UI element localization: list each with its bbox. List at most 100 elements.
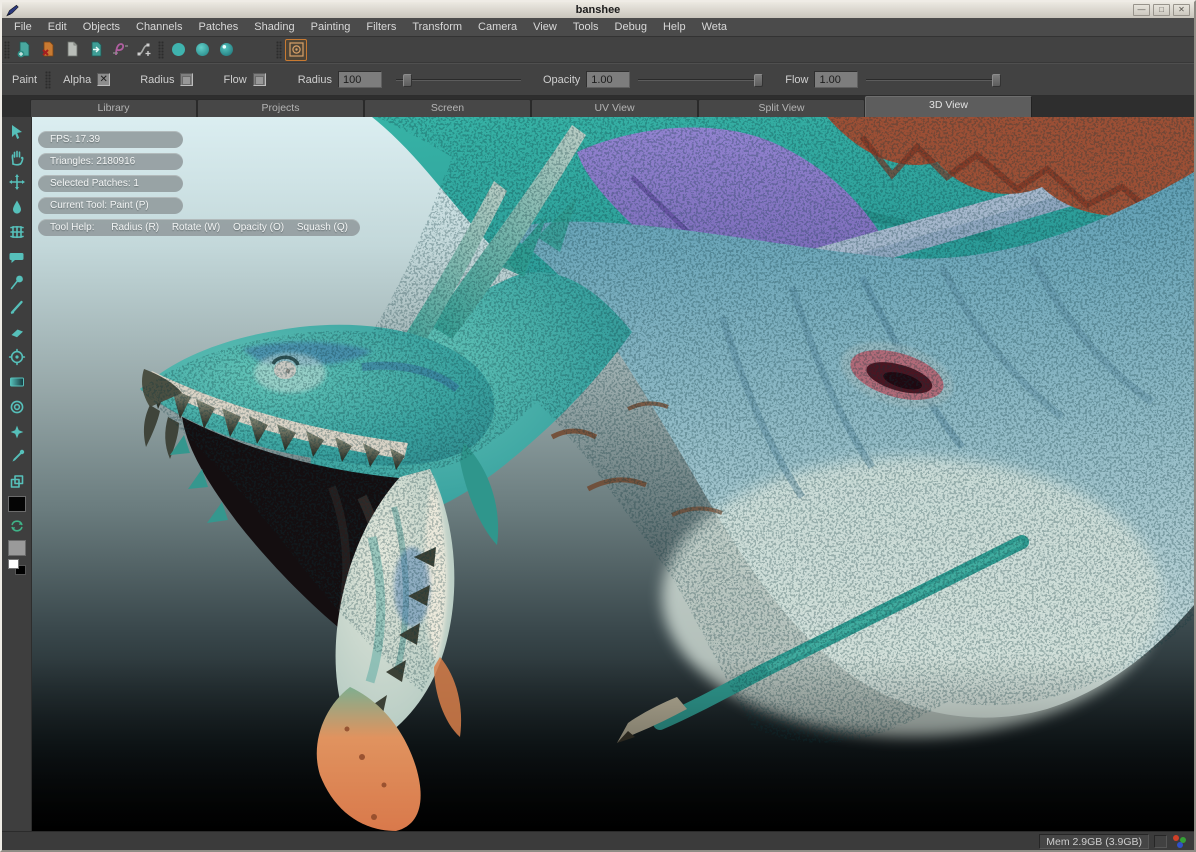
menu-help[interactable]: Help [655, 18, 694, 37]
flow-slider-handle[interactable] [992, 74, 1001, 87]
tab-3d-view[interactable]: 3D View [865, 96, 1032, 117]
paint-tool-label: Paint [6, 74, 43, 86]
curve-tool-button[interactable] [133, 39, 155, 61]
paintbar-gripper[interactable] [45, 71, 51, 89]
tab-split-view[interactable]: Split View [698, 99, 865, 117]
paint-drop-tool[interactable] [6, 196, 28, 218]
menu-shading[interactable]: Shading [246, 18, 302, 37]
eraser-tool[interactable] [6, 321, 28, 343]
menu-channels[interactable]: Channels [128, 18, 190, 37]
pencil-tool[interactable] [6, 296, 28, 318]
menu-tools[interactable]: Tools [565, 18, 607, 37]
alpha-checkbox[interactable]: ✕ [97, 73, 110, 86]
hud-tool-help: Tool Help: Radius (R) Rotate (W) Opacity… [38, 219, 360, 236]
alpha-label: Alpha [57, 74, 97, 86]
app-window: banshee — □ ✕ File Edit Objects Channels… [0, 0, 1196, 852]
select-cursor-tool[interactable] [6, 121, 28, 143]
flow-input[interactable] [814, 71, 858, 88]
curve-node-icon [136, 41, 153, 58]
hud-tool-help-label: Tool Help: [50, 222, 94, 233]
menu-objects[interactable]: Objects [75, 18, 128, 37]
clone-stamp-tool[interactable] [6, 346, 28, 368]
uv-grid-tool[interactable] [6, 221, 28, 243]
tool-palette [2, 117, 32, 831]
swap-colors-button[interactable] [6, 515, 28, 537]
shading-specular-button[interactable] [215, 39, 237, 61]
sphere-shaded-icon [194, 41, 211, 58]
menu-weta[interactable]: Weta [694, 18, 735, 37]
tab-projects[interactable]: Projects [197, 99, 364, 117]
menu-edit[interactable]: Edit [40, 18, 75, 37]
flow-checkbox[interactable] [253, 73, 266, 86]
radius-slider-handle[interactable] [403, 74, 412, 87]
import-project-button[interactable] [85, 39, 107, 61]
menu-patches[interactable]: Patches [190, 18, 246, 37]
gradient-fill-tool[interactable] [6, 371, 28, 393]
blur-tool[interactable] [6, 396, 28, 418]
opacity-slider-handle[interactable] [754, 74, 763, 87]
maximize-button[interactable]: □ [1153, 4, 1170, 16]
page-icon [64, 41, 81, 58]
copy-patch-tool[interactable] [6, 471, 28, 493]
memory-usage: Mem 2.9GB (3.9GB) [1039, 834, 1149, 849]
projection-icon [288, 41, 305, 58]
close-project-button[interactable] [37, 39, 59, 61]
window-title: banshee [2, 2, 1194, 18]
tab-library[interactable]: Library [30, 99, 197, 117]
menu-file[interactable]: File [6, 18, 40, 37]
opacity-input[interactable] [586, 71, 630, 88]
menu-debug[interactable]: Debug [607, 18, 655, 37]
hud-triangles: Triangles: 2180916 [38, 153, 183, 170]
pin-tool[interactable] [6, 271, 28, 293]
status-grip[interactable] [1154, 835, 1167, 848]
page-arrow-icon [88, 41, 105, 58]
shading-shaded-button[interactable] [191, 39, 213, 61]
hud-fps: FPS: 17.39 [38, 131, 183, 148]
sphere-specular-icon [218, 41, 235, 58]
viewport-3d[interactable]: FPS: 17.39 Triangles: 2180916 Selected P… [32, 117, 1194, 831]
pan-hand-tool[interactable] [6, 146, 28, 168]
hud-selected-patches: Selected Patches: 1 [38, 175, 183, 192]
toolbar-gripper[interactable] [276, 41, 282, 59]
radius-input[interactable] [338, 71, 382, 88]
page-x-icon [40, 41, 57, 58]
menu-view[interactable]: View [525, 18, 565, 37]
title-bar[interactable]: banshee — □ ✕ [2, 2, 1194, 18]
flow-slider[interactable] [866, 73, 1001, 87]
toolbar-gripper[interactable] [158, 41, 164, 59]
tab-screen[interactable]: Screen [364, 99, 531, 117]
flow-label: Flow [779, 74, 814, 86]
foreground-color-swatch[interactable] [8, 496, 26, 512]
projection-toggle-button[interactable] [285, 39, 307, 61]
shading-flat-button[interactable] [167, 39, 189, 61]
menu-painting[interactable]: Painting [303, 18, 359, 37]
minimize-button[interactable]: — [1133, 4, 1150, 16]
default-colors-swatch[interactable] [8, 559, 26, 575]
page-plus-icon [16, 41, 33, 58]
radius-checkbox[interactable] [180, 73, 193, 86]
smudge-tool[interactable] [6, 421, 28, 443]
menu-transform[interactable]: Transform [404, 18, 470, 37]
menu-camera[interactable]: Camera [470, 18, 525, 37]
radius-slider[interactable] [396, 73, 521, 87]
flow-toggle-label: Flow [217, 74, 252, 86]
toolbar-gripper[interactable] [4, 41, 10, 59]
paint-properties-bar: Paint Alpha ✕ Radius Flow Radius Opacity… [2, 63, 1194, 96]
radius-toggle-label: Radius [134, 74, 180, 86]
opacity-slider[interactable] [638, 73, 763, 87]
background-color-swatch[interactable] [8, 540, 26, 556]
main-toolbar [2, 37, 1194, 63]
close-button[interactable]: ✕ [1173, 4, 1190, 16]
paint-bubble-tool[interactable] [6, 246, 28, 268]
eyedropper-tool[interactable] [6, 446, 28, 468]
view-tab-bar: Library Projects Screen UV View Split Vi… [2, 96, 1194, 117]
save-project-button[interactable] [61, 39, 83, 61]
menu-filters[interactable]: Filters [358, 18, 404, 37]
move-tool[interactable] [6, 171, 28, 193]
menu-bar: File Edit Objects Channels Patches Shadi… [2, 18, 1194, 37]
opacity-label: Opacity [537, 74, 586, 86]
tab-uv-view[interactable]: UV View [531, 99, 698, 117]
path-tool-button[interactable] [109, 39, 131, 61]
rgb-channels-icon[interactable] [1172, 834, 1188, 848]
new-project-button[interactable] [13, 39, 35, 61]
